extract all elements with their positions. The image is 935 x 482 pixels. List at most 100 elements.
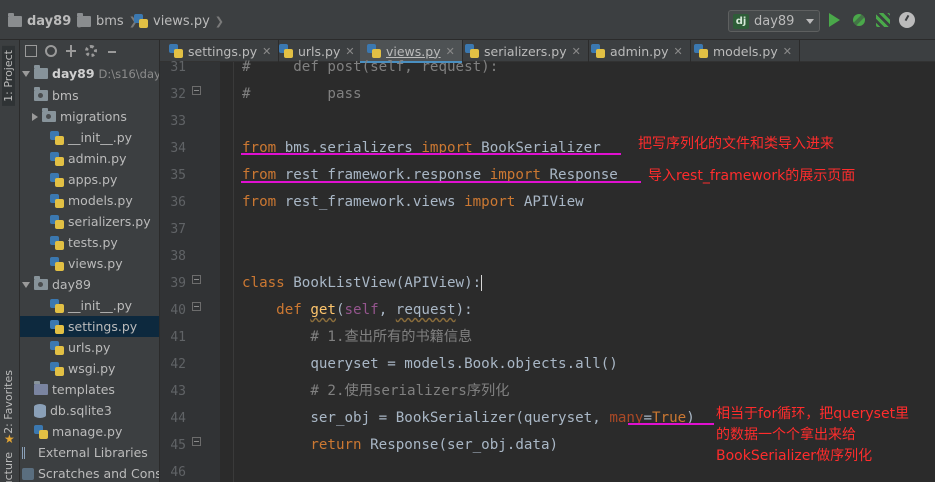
keyword: return [310, 437, 362, 453]
tree-file[interactable]: manage.py [20, 421, 159, 442]
tree-file[interactable]: __init__.py [20, 127, 159, 148]
tab-label: admin.py [610, 43, 669, 59]
code-line-35: from rest_framework.response import Resp… [242, 162, 618, 189]
code-line-32: # pass [242, 86, 362, 102]
python-file-icon [50, 361, 64, 376]
project-panel: day89 D:\s16\day89 bms migrations __init… [20, 40, 160, 482]
tool-tab-label: Structure [2, 452, 15, 482]
tab-admin-py[interactable]: admin.py ✕ [584, 40, 691, 62]
coverage-icon[interactable] [874, 11, 892, 29]
tree-file[interactable]: __init__.py [20, 295, 159, 316]
annotation-note: BookSerializer做序列化 [716, 448, 873, 464]
gear-icon[interactable] [85, 45, 97, 57]
tree-file[interactable]: tests.py [20, 232, 159, 253]
tree-file-selected[interactable]: settings.py [20, 316, 159, 337]
package-icon [42, 108, 56, 122]
chevron-down-icon [806, 18, 814, 24]
annotation-note: 相当于for循环，把queryset里 [716, 406, 910, 422]
fold-marker-icon[interactable] [192, 275, 201, 284]
code-line-44: ser_obj = BookSerializer(queryset, many=… [242, 405, 694, 432]
tree-file[interactable]: urls.py [20, 337, 159, 358]
code-text: ser_obj = BookSerializer(queryset, [310, 410, 610, 426]
code-comment: # 1.查出所有的书籍信息 [310, 329, 473, 345]
code-text: queryset = models.Book.objects.all() [310, 356, 618, 372]
profile-icon[interactable] [898, 11, 916, 29]
line-number: 35 [170, 168, 186, 183]
tab-project-tool[interactable]: 1: Project [2, 46, 15, 106]
line-number: 39 [170, 276, 186, 291]
run-config-label: day89 [754, 13, 795, 29]
editor-gutter: 31 32 33 34 35 36 37 38 39 40 41 42 43 4… [160, 60, 220, 482]
folder-icon [34, 381, 48, 395]
debug-icon[interactable] [850, 11, 868, 29]
line-number: 41 [170, 330, 186, 345]
close-icon[interactable]: ✕ [572, 45, 581, 58]
line-number: 46 [170, 465, 186, 480]
star-icon: ★ [4, 432, 15, 446]
tree-file[interactable]: views.py [20, 253, 159, 274]
tab-structure-tool[interactable]: Structure [2, 452, 15, 482]
tree-file[interactable]: models.py [20, 190, 159, 211]
chevron-right-icon: ❯ [214, 14, 225, 28]
collapse-all-icon[interactable] [65, 45, 77, 57]
library-icon [22, 446, 34, 459]
tree-file[interactable]: serializers.py [20, 211, 159, 232]
breadcrumb-file[interactable]: views.py ❯ [134, 12, 224, 30]
tree-file[interactable]: apps.py [20, 169, 159, 190]
code-line-39: class BookListView(APIView): [242, 270, 483, 297]
tree-label: Scratches and Consoles [38, 466, 160, 481]
breadcrumb-label: day89 [27, 13, 72, 29]
function-name: get [310, 302, 336, 318]
keyword: def [276, 302, 302, 318]
tree-label: templates [52, 382, 115, 397]
python-file-icon [50, 193, 64, 208]
code-comment: # 2.使用serializers序列化 [310, 383, 510, 399]
tree-path: D:\s16\day89 [98, 66, 159, 81]
tree-label: views.py [68, 256, 123, 271]
fold-marker-icon[interactable] [192, 437, 201, 446]
python-file-icon [134, 14, 148, 28]
tree-root-day89[interactable]: day89 D:\s16\day89 [20, 63, 159, 84]
annotation-note: 导入rest_framework的展示页面 [648, 168, 856, 184]
close-icon[interactable]: ✕ [783, 45, 792, 58]
tree-folder-templates[interactable]: templates [20, 379, 159, 400]
chevron-down-icon [22, 70, 30, 77]
close-icon[interactable]: ✕ [673, 45, 682, 58]
python-file-icon [50, 340, 64, 355]
code-text: request [395, 302, 456, 318]
tab-models-py[interactable]: models.py ✕ [687, 40, 800, 62]
tab-favorites-tool[interactable]: 2: Favorites [2, 370, 15, 434]
tree-file-db[interactable]: db.sqlite3 [20, 400, 159, 421]
run-configuration-select[interactable]: dj day89 [728, 10, 820, 32]
text-cursor [481, 275, 483, 291]
tree-folder-migrations[interactable]: migrations [20, 106, 159, 127]
panel-icon[interactable] [25, 45, 37, 57]
annotation-underline [628, 423, 714, 425]
self-param: self [344, 302, 379, 318]
python-file-icon [50, 235, 64, 250]
tree-folder-bms[interactable]: bms [20, 85, 159, 106]
chevron-down-icon [22, 281, 30, 288]
tree-file[interactable]: wsgi.py [20, 358, 159, 379]
python-file-icon [34, 424, 48, 439]
tree-label: External Libraries [38, 445, 148, 460]
fold-marker-icon[interactable] [192, 302, 201, 311]
hide-icon[interactable] [105, 45, 117, 57]
locate-icon[interactable] [45, 45, 57, 57]
tree-scratches[interactable]: Scratches and Consoles [20, 463, 160, 482]
tool-tab-label: 1: Project [2, 50, 15, 102]
python-file-icon [50, 256, 64, 271]
tree-label: serializers.py [68, 214, 151, 229]
run-icon[interactable] [826, 11, 844, 29]
tree-external-libraries[interactable]: External Libraries [20, 442, 159, 463]
breadcrumb-label: bms [96, 13, 124, 29]
annotation-underline [241, 153, 621, 155]
fold-marker-icon[interactable] [192, 86, 201, 95]
breadcrumb-project[interactable]: day89 ❯ [8, 12, 85, 30]
tree-file[interactable]: admin.py [20, 148, 159, 169]
breadcrumb-bms[interactable]: bms ❯ [77, 12, 138, 30]
annotation-underline [241, 181, 641, 183]
annotation-note: 的数据一个个拿出来给 [716, 427, 856, 443]
folder-icon [34, 65, 48, 79]
tree-folder-day89[interactable]: day89 [20, 274, 159, 295]
